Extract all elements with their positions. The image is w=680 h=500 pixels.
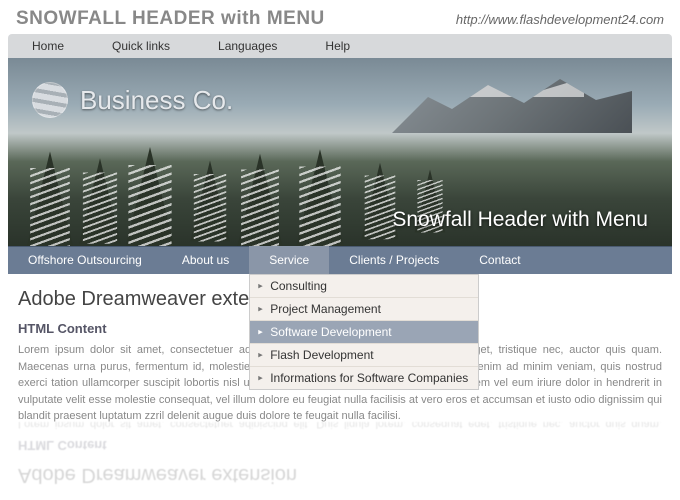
top-nav: Home Quick links Languages Help (8, 34, 672, 58)
dd-flash-development[interactable]: ▸Flash Development (250, 344, 478, 367)
chevron-right-icon: ▸ (258, 327, 263, 338)
chevron-right-icon: ▸ (258, 373, 263, 384)
banner-title-prefix: SNOWFALL HEADER (16, 8, 221, 29)
hero-banner: Business Co. Snowfall Header with Menu (8, 58, 672, 246)
banner-url[interactable]: http://www.flashdevelopment24.com (456, 12, 664, 27)
topnav-languages[interactable]: Languages (194, 34, 301, 58)
chevron-right-icon: ▸ (258, 281, 263, 292)
nav-contact[interactable]: Contact (459, 246, 540, 274)
chevron-right-icon: ▸ (258, 350, 263, 361)
topnav-quicklinks[interactable]: Quick links (88, 34, 194, 58)
mountain-graphic (392, 73, 632, 133)
nav-offshore[interactable]: Offshore Outsourcing (8, 246, 162, 274)
dd-software-development[interactable]: ▸Software Development (250, 321, 478, 344)
logo-text: Business Co. (80, 85, 233, 116)
nav-service[interactable]: Service ▸Consulting ▸Project Management … (249, 246, 329, 274)
banner-title-suffix: with MENU (221, 8, 325, 29)
hero-caption: Snowfall Header with Menu (392, 208, 648, 232)
topnav-help[interactable]: Help (301, 34, 374, 58)
logo[interactable]: Business Co. (32, 82, 233, 118)
nav-clients[interactable]: Clients / Projects (329, 246, 459, 274)
top-banner: SNOWFALL HEADER with MENU http://www.fla… (0, 0, 680, 34)
banner-title: SNOWFALL HEADER with MENU (16, 8, 325, 30)
dd-informations[interactable]: ▸Informations for Software Companies (250, 367, 478, 389)
globe-icon (32, 82, 68, 118)
topnav-home[interactable]: Home (8, 34, 88, 58)
main-nav: Offshore Outsourcing About us Service ▸C… (8, 246, 672, 274)
nav-about[interactable]: About us (162, 246, 249, 274)
service-dropdown: ▸Consulting ▸Project Management ▸Softwar… (249, 274, 479, 390)
dd-consulting[interactable]: ▸Consulting (250, 275, 478, 298)
dd-project-management[interactable]: ▸Project Management (250, 298, 478, 321)
chevron-right-icon: ▸ (258, 304, 263, 315)
nav-service-label: Service (269, 253, 309, 267)
